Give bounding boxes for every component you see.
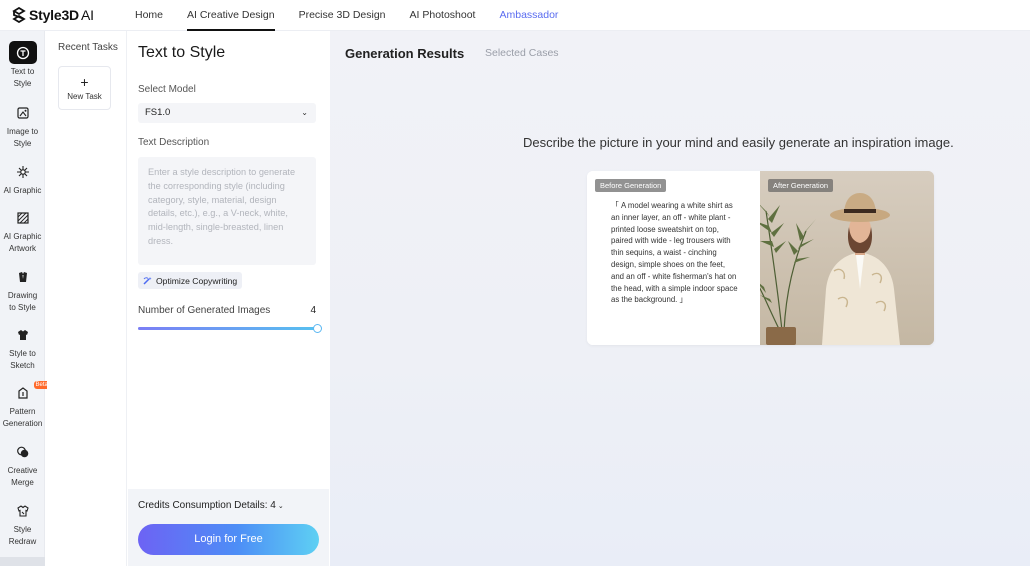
rail-footer — [0, 557, 45, 566]
brand-suffix: AI — [80, 7, 94, 23]
image-to-style-icon — [10, 102, 36, 124]
rail-item-ai-graphic[interactable]: AI Graphic — [0, 161, 45, 197]
rail-item-style-redraw[interactable]: Style Redraw — [0, 500, 45, 547]
pattern-icon: Beta — [10, 381, 50, 404]
rail-label: Drawing to Style — [7, 291, 38, 312]
new-task-button[interactable]: + New Task — [58, 66, 111, 110]
slider-handle[interactable] — [313, 324, 322, 333]
magic-wand-icon — [143, 276, 152, 285]
brand-name: Style3D — [29, 7, 79, 23]
ai-graphic-icon — [10, 161, 36, 183]
rail-label: Creative Merge — [7, 466, 38, 487]
after-generation-tag: After Generation — [768, 179, 834, 192]
nav-home[interactable]: Home — [123, 0, 175, 31]
nav-precise-3d-design[interactable]: Precise 3D Design — [287, 0, 398, 31]
sketch-icon — [10, 324, 36, 346]
text-to-style-icon — [8, 41, 37, 64]
tool-rail: Text to Style Image to Style AI Graphic … — [0, 31, 50, 566]
chevron-down-icon: ⌄ — [277, 503, 284, 510]
rail-label: AI Graphic Artwork — [3, 232, 42, 253]
rail-item-pattern-generation[interactable]: Beta Pattern Generation — [0, 381, 50, 429]
image-count-slider[interactable] — [138, 324, 322, 333]
tab-generation-results[interactable]: Generation Results — [345, 46, 464, 61]
example-card: Before Generation 「 A model wearing a wh… — [587, 171, 934, 345]
rail-label: Image to Style — [6, 127, 39, 148]
text-description-input[interactable]: Enter a style description to generate th… — [138, 157, 316, 265]
rail-label: Style to Sketch — [9, 349, 36, 370]
rail-label: Pattern Generation — [2, 407, 43, 428]
panel-title: Text to Style — [138, 44, 226, 61]
brand-logo[interactable]: Style3D AI — [12, 7, 112, 23]
model-select[interactable]: FS1.0 ⌄ — [138, 103, 316, 123]
image-count-value: 4 — [310, 305, 316, 316]
panel-footer: Credits Consumption Details: 4 ⌄ Login fo… — [128, 489, 329, 566]
config-panel: Text to Style Select Model FS1.0 ⌄ Text … — [128, 31, 329, 566]
nav-ai-photoshoot[interactable]: AI Photoshoot — [398, 0, 488, 31]
text-description-label: Text Description — [138, 137, 210, 148]
model-value: FS1.0 — [145, 107, 171, 118]
rail-item-creative-merge[interactable]: Creative Merge — [0, 441, 45, 488]
new-task-label: New Task — [67, 92, 102, 101]
plus-icon: + — [80, 74, 89, 90]
results-area: Generation Results Selected Cases Descri… — [330, 31, 1030, 566]
merge-icon — [10, 441, 36, 463]
rail-item-text-to-style[interactable]: Text to Style — [0, 41, 45, 89]
generated-model-image — [760, 171, 934, 345]
before-generation-tag: Before Generation — [595, 179, 667, 192]
rail-label: Text to Style — [10, 67, 35, 88]
main-nav: Home AI Creative Design Precise 3D Desig… — [123, 0, 570, 31]
redraw-icon — [10, 500, 36, 522]
nav-ai-creative-design[interactable]: AI Creative Design — [175, 0, 287, 31]
rail-item-style-to-sketch[interactable]: Style to Sketch — [0, 324, 45, 371]
slider-fill — [138, 327, 318, 330]
model-label: Select Model — [138, 84, 196, 95]
credits-details-toggle[interactable]: Credits Consumption Details: 4 ⌄ — [138, 500, 284, 511]
rail-item-drawing-to-style[interactable]: Drawing to Style — [0, 266, 45, 313]
tab-selected-cases[interactable]: Selected Cases — [485, 47, 559, 59]
rail-label: Style Redraw — [8, 525, 37, 546]
nav-ambassador[interactable]: Ambassador — [487, 0, 570, 31]
image-count-label: Number of Generated Images — [138, 305, 271, 316]
recent-tasks-panel: Recent Tasks + New Task — [47, 31, 127, 566]
style3d-logo-icon — [12, 7, 26, 23]
optimize-copywriting-button[interactable]: Optimize Copywriting — [138, 272, 242, 289]
artwork-icon — [10, 207, 36, 229]
top-nav: Style3D AI Home AI Creative Design Precis… — [0, 0, 1030, 31]
rail-label: AI Graphic — [3, 186, 42, 195]
login-button[interactable]: Login for Free — [138, 524, 319, 555]
before-generation-panel: Before Generation 「 A model wearing a wh… — [587, 171, 760, 345]
optimize-label: Optimize Copywriting — [156, 275, 238, 286]
after-generation-image: After Generation — [760, 171, 934, 345]
rail-item-ai-graphic-artwork[interactable]: AI Graphic Artwork — [0, 207, 45, 254]
rail-item-image-to-style[interactable]: Image to Style — [0, 102, 45, 149]
empty-state-headline: Describe the picture in your mind and ea… — [523, 135, 954, 150]
chevron-down-icon: ⌄ — [301, 108, 308, 117]
drawing-icon — [10, 266, 36, 288]
recent-tasks-title: Recent Tasks — [58, 42, 118, 53]
example-prompt-text: 「 A model wearing a white shirt as an in… — [611, 201, 738, 305]
credits-label: Credits Consumption Details: 4 — [138, 500, 276, 511]
